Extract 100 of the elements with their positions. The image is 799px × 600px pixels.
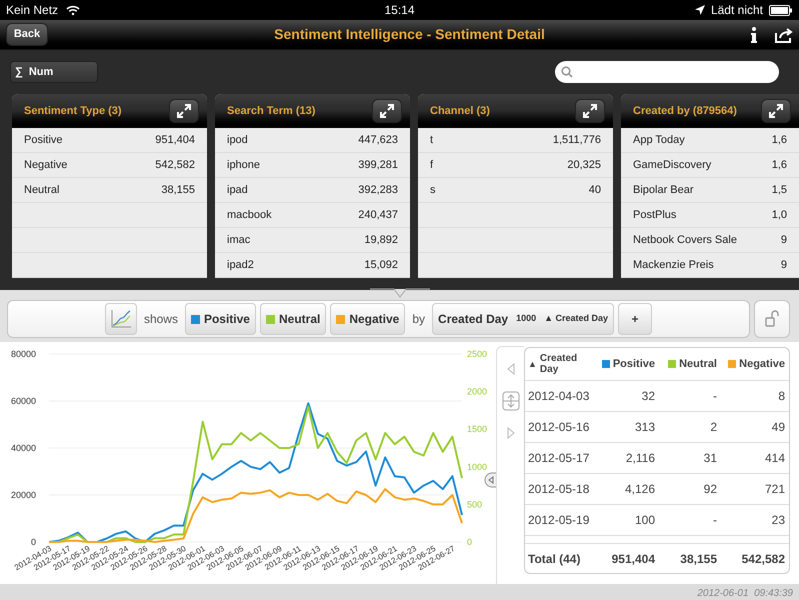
row-value: 1,5 — [772, 182, 787, 198]
card-title: Created by (879564) — [633, 104, 737, 119]
row-value: 542,582 — [155, 158, 195, 173]
table-cell-text: 32 — [640, 388, 655, 405]
table-cell-text: 2012-05-16 — [527, 419, 589, 436]
row-label[interactable]: Netbook Covers Sale — [633, 232, 737, 248]
row-label[interactable]: Mackenzie Preis — [633, 256, 714, 274]
unlocked-padlock-icon — [765, 310, 779, 328]
column-label: Created Day — [540, 353, 578, 375]
axis-tick-label: 0 — [30, 537, 36, 547]
table-cell-text: 100 — [634, 512, 655, 529]
row-label[interactable]: Negative — [24, 156, 68, 174]
row-label[interactable]: Positive — [24, 132, 63, 148]
row-label[interactable]: imac — [227, 232, 250, 248]
sort-label: ▲ Created Day — [544, 312, 608, 326]
panel-handle-icon[interactable] — [370, 288, 430, 298]
expand-button[interactable] — [169, 99, 199, 123]
row-label[interactable]: iphone — [227, 156, 260, 174]
column-label: Neutral — [679, 356, 717, 372]
series-toggle[interactable]: Neutral — [260, 303, 326, 335]
axis-tick-label: 2500 — [467, 349, 488, 359]
page-title: Sentiment Intelligence - Sentiment Detail — [273, 25, 546, 44]
column-label: Positive — [612, 356, 655, 372]
axis-tick-label: 20000 — [10, 490, 36, 500]
column-header[interactable]: Neutral — [655, 356, 717, 372]
column-header[interactable]: Positive — [589, 356, 655, 372]
row-value: 1,511,776 — [552, 132, 601, 148]
row-label[interactable]: App Today — [633, 132, 685, 148]
sort-indicator: ▲ — [528, 358, 537, 370]
search-field[interactable] — [555, 61, 779, 83]
back-button[interactable]: Back — [6, 23, 48, 46]
lock-button[interactable] — [754, 300, 790, 338]
axis-tick-label: 1500 — [467, 424, 488, 434]
table-cell-text: 23 — [770, 512, 785, 529]
row-value: 1,6 — [772, 158, 787, 173]
row-label[interactable]: t — [430, 132, 434, 148]
card-title: Sentiment Type (3) — [24, 104, 122, 119]
dimension-button[interactable]: Created Day 1000 ▲ Created Day — [432, 303, 614, 335]
row-label[interactable]: f — [430, 156, 434, 174]
location-arrow-icon — [694, 5, 705, 15]
column-label: Negative — [739, 356, 785, 372]
add-button[interactable]: + — [618, 303, 652, 335]
axis-tick-label: 2000 — [467, 386, 488, 397]
row-label[interactable]: Neutral — [24, 182, 60, 198]
table-cell-text: 4,126 — [624, 481, 655, 498]
row-value: 1,0 — [772, 208, 787, 223]
row-value: 19,892 — [364, 232, 398, 248]
battery-icon — [769, 4, 793, 16]
row-value: 9 — [780, 232, 787, 248]
collapse-handle-icon[interactable] — [484, 472, 496, 488]
search-icon — [561, 66, 573, 78]
series-toggle[interactable]: Negative — [330, 303, 406, 335]
expand-button[interactable] — [575, 99, 605, 123]
row-value: 240,437 — [358, 208, 398, 223]
table-cell-text: 2,116 — [624, 450, 655, 467]
carrier-label: Kein Netz — [6, 2, 58, 19]
axis-tick-label: 0 — [467, 537, 472, 547]
row-label[interactable]: PostPlus — [633, 206, 676, 224]
table-cell-text: - — [712, 512, 717, 529]
series-toggle[interactable]: Positive — [184, 303, 256, 335]
row-label[interactable]: GameDiscovery — [633, 156, 712, 174]
table-cell-text: 49 — [770, 419, 785, 436]
row-value: 447,623 — [358, 132, 398, 148]
row-value: 20,325 — [567, 158, 601, 173]
expand-icon — [768, 103, 784, 119]
table-cell-text: 2012-05-18 — [527, 481, 589, 498]
axis-tick-label: 500 — [467, 499, 482, 510]
line-chart-icon — [110, 309, 132, 329]
charging-label: Lädt nicht — [710, 2, 763, 19]
axis-tick-label: 40000 — [10, 443, 36, 453]
table-cell-text: 414 — [764, 450, 785, 467]
share-icon[interactable] — [775, 26, 793, 42]
row-value: 399,281 — [358, 158, 398, 173]
dimension-label: Created Day — [438, 311, 508, 328]
total-cell-text: Total (44) — [527, 550, 582, 568]
measure-button[interactable]: ∑ Num — [10, 61, 98, 83]
wifi-icon — [66, 4, 80, 16]
timestamp: 2012-06-01 09:43:39 — [697, 586, 793, 600]
total-cell-text: 951,404 — [610, 550, 655, 568]
info-icon[interactable] — [751, 26, 757, 42]
column-header[interactable]: Negative — [717, 356, 785, 372]
row-label[interactable]: Bipolar Bear — [633, 182, 694, 198]
row-label[interactable]: ipad — [227, 182, 248, 198]
row-value: 9 — [780, 258, 787, 273]
row-label[interactable]: ipod — [227, 132, 248, 148]
axis-tick-label: 80000 — [10, 349, 36, 359]
expand-button[interactable] — [761, 99, 791, 123]
expand-button[interactable] — [372, 99, 402, 123]
card-title: Channel (3) — [430, 104, 490, 119]
table-cell-text: 2012-05-19 — [527, 512, 589, 529]
row-label[interactable]: ipad2 — [227, 256, 254, 274]
table-cell-text: 2 — [709, 419, 717, 436]
card-title: Search Term (13) — [227, 104, 316, 119]
total-cell-text: 38,155 — [679, 550, 717, 568]
row-label[interactable]: s — [430, 182, 436, 198]
limit-label: 1000 — [516, 312, 536, 326]
chart-type-button[interactable] — [104, 303, 137, 335]
axis-tick-label: 1000 — [467, 462, 488, 472]
row-label[interactable]: macbook — [227, 206, 272, 224]
table-cell-text: 8 — [777, 388, 785, 405]
